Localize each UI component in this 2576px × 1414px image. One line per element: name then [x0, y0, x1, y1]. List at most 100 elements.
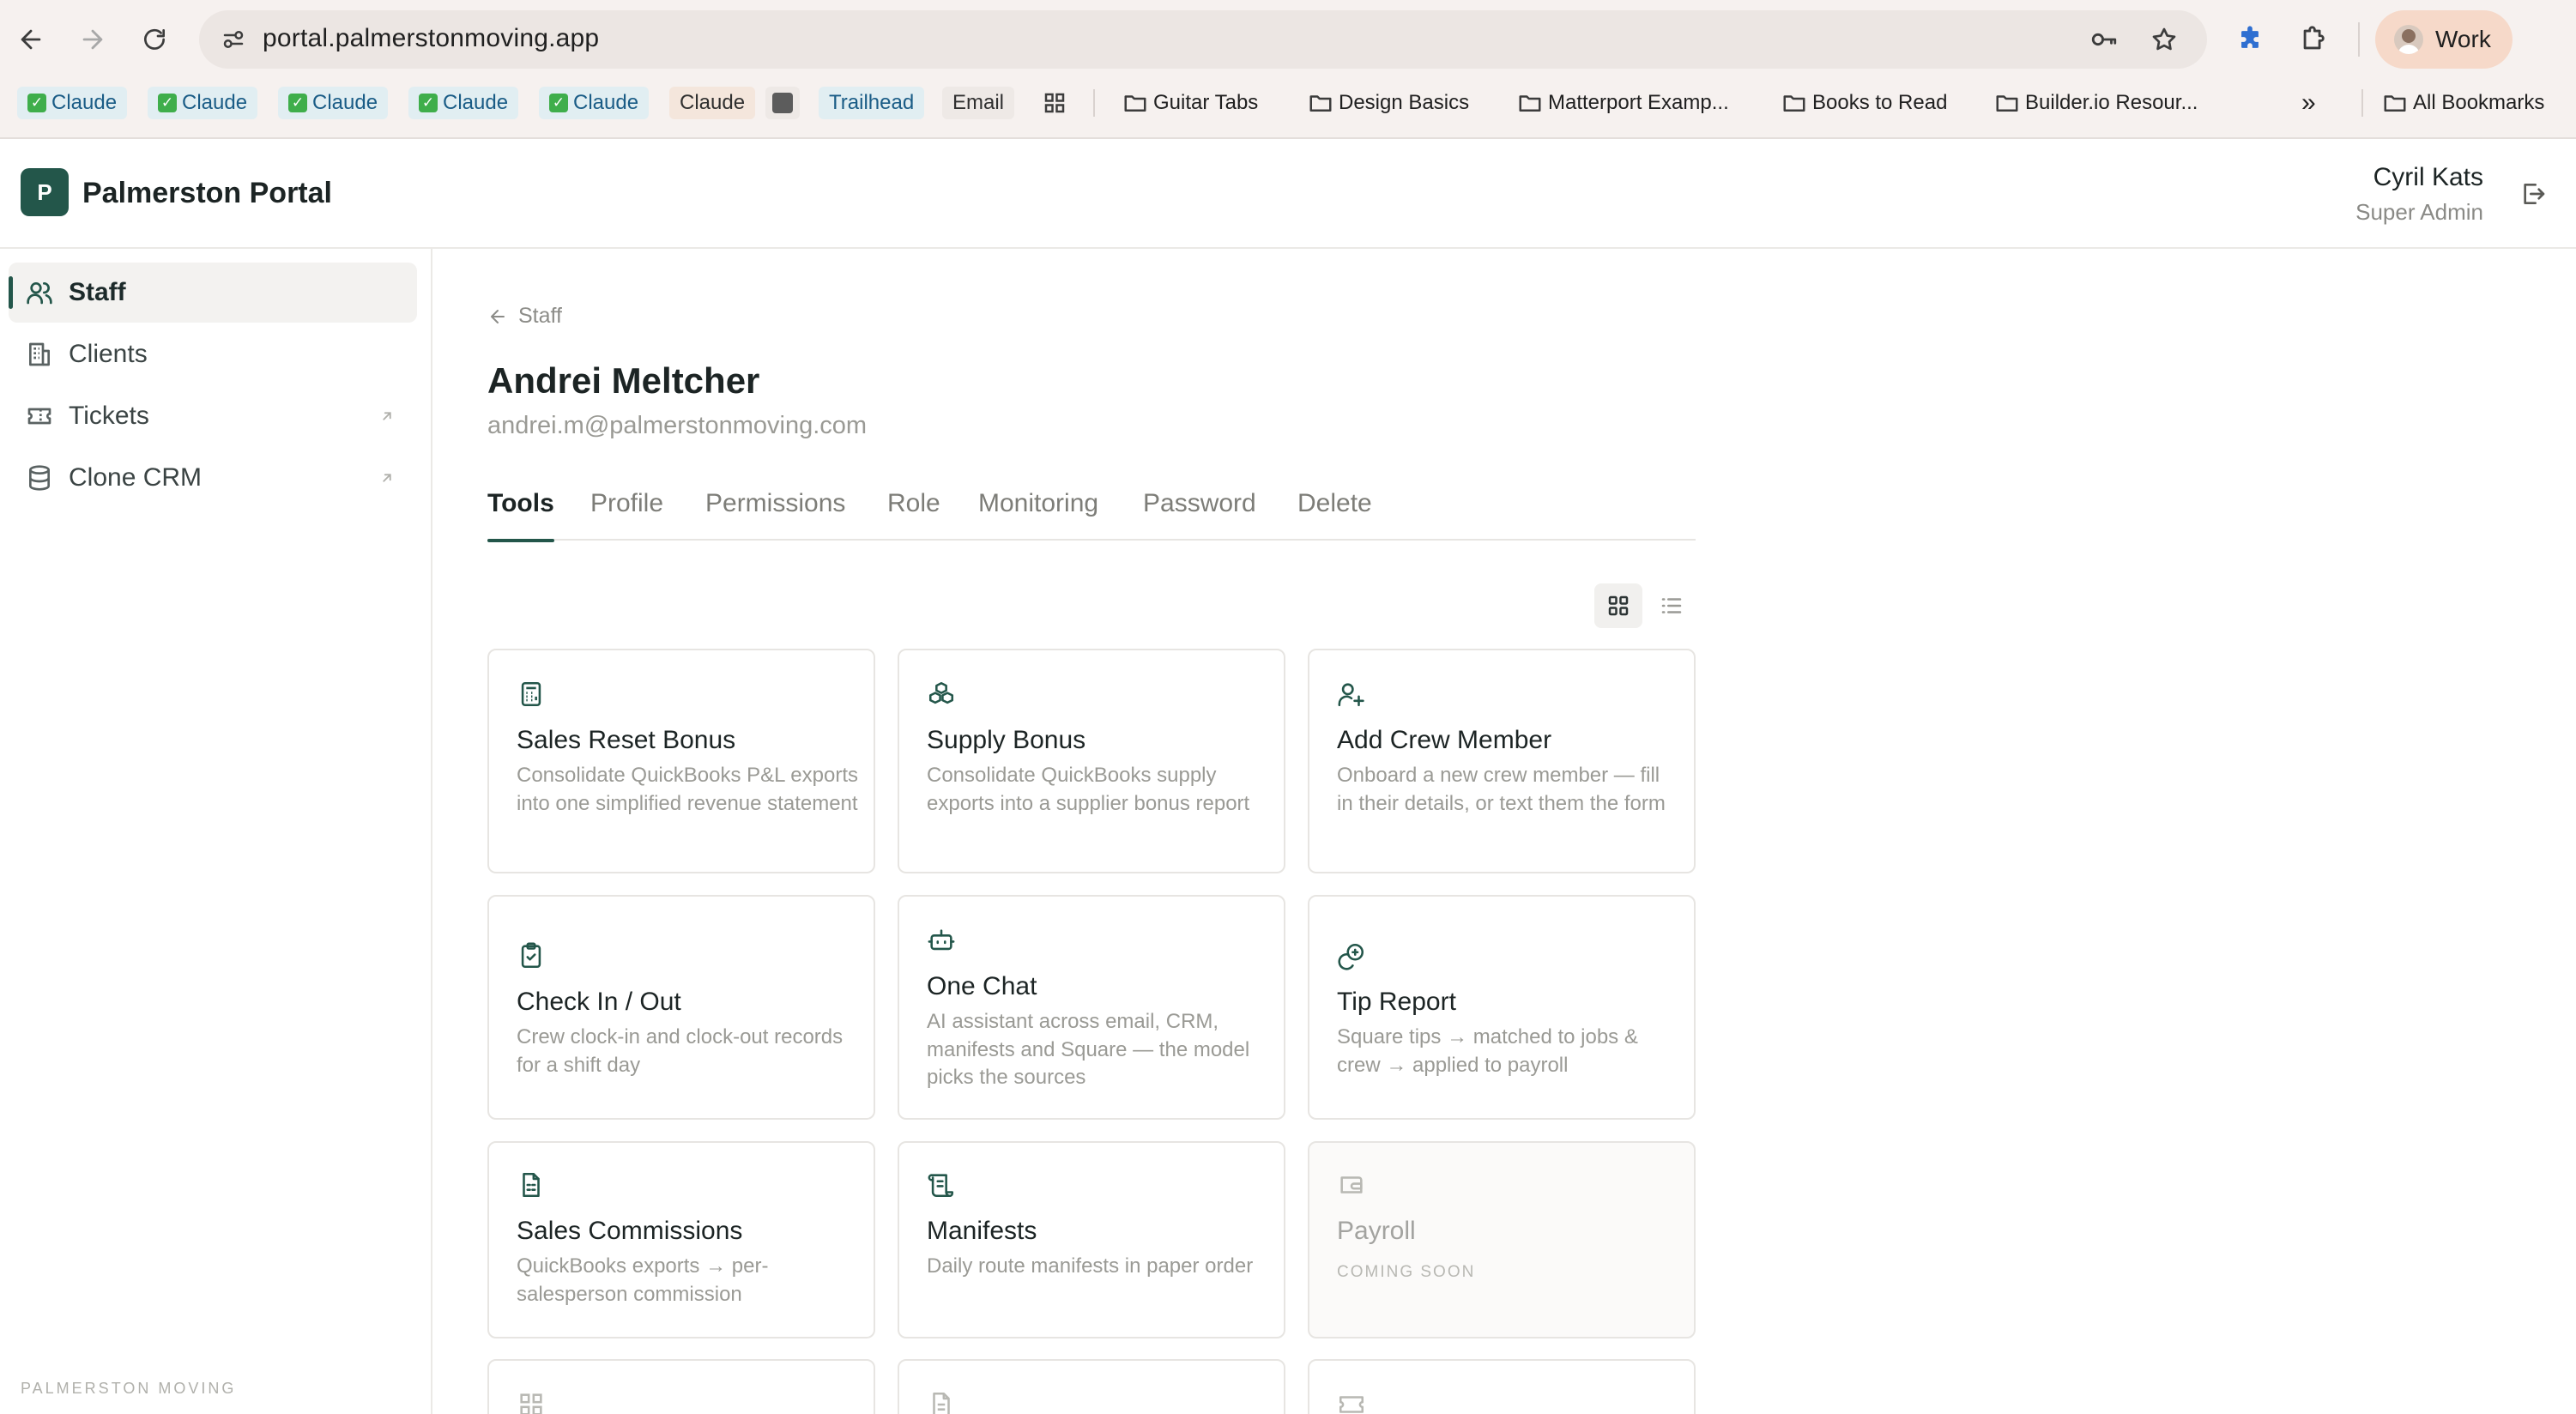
- tool-title: Check In / Out: [517, 988, 681, 1016]
- bookmark-star-icon[interactable]: [2147, 22, 2181, 57]
- tool-card-sales-reset-bonus[interactable]: Sales Reset Bonus Consolidate QuickBooks…: [487, 649, 875, 873]
- tool-card-add-crew-member[interactable]: Add Crew Member Onboard a new crew membe…: [1308, 649, 1696, 873]
- bot-icon: [928, 929, 955, 951]
- all-bookmarks[interactable]: All Bookmarks: [2382, 82, 2544, 124]
- grid-view-button[interactable]: [1594, 583, 1642, 628]
- bookmarks-bar: ✓ Claude ✓ Claude ✓ Claude ✓ Claude ✓ Claude …: [0, 82, 2576, 124]
- profile-chip[interactable]: Work: [2375, 10, 2513, 69]
- sidebar-item-tickets[interactable]: Tickets: [9, 386, 417, 446]
- bookmark-item[interactable]: Email: [942, 87, 1015, 119]
- bookmark-item[interactable]: [765, 87, 800, 119]
- user-name: Cyril Kats: [2373, 163, 2483, 191]
- sidebar-item-clone-crm[interactable]: Clone CRM: [9, 448, 417, 508]
- tool-title: One Chat: [927, 972, 1037, 1000]
- sidebar-item-staff[interactable]: Staff: [9, 263, 417, 323]
- bookmarks-overflow-button[interactable]: »: [2301, 82, 2316, 124]
- sidebar-item-label: Staff: [69, 278, 126, 306]
- password-key-icon[interactable]: [2087, 22, 2121, 57]
- user-role: Super Admin: [2355, 199, 2483, 225]
- tool-card-sales-commissions[interactable]: Sales Commissions QuickBooks exports → p…: [487, 1141, 875, 1338]
- bookmark-item[interactable]: ✓ Claude: [17, 87, 128, 119]
- tool-title: Manifests: [927, 1217, 1037, 1245]
- bookmark-item[interactable]: ✓ Claude: [408, 87, 519, 119]
- sidebar-item-label: Clients: [69, 340, 148, 368]
- tool-card-manifests[interactable]: Manifests Daily route manifests in paper…: [898, 1141, 1285, 1338]
- bookmark-item[interactable]: Claude: [669, 87, 756, 119]
- tool-card-one-chat[interactable]: One Chat AI assistant across email, CRM,…: [898, 895, 1285, 1120]
- bookmark-folder[interactable]: Books to Read: [1781, 82, 1947, 124]
- external-link-icon: [383, 412, 391, 420]
- sidebar: Staff Clients Tickets Clone CRM: [0, 249, 432, 1414]
- tool-description: Onboard a new crew member — fill in thei…: [1337, 764, 1666, 815]
- tool-description: AI assistant across email, CRM, manifest…: [927, 1010, 1250, 1089]
- tool-title: Add Crew Member: [1337, 726, 1552, 754]
- folder-icon: [1519, 95, 1541, 112]
- tool-card-partial[interactable]: [898, 1359, 1285, 1414]
- extension-puzzle-icon[interactable]: [2226, 15, 2274, 63]
- tool-card-partial[interactable]: [487, 1359, 875, 1414]
- bookmark-folder[interactable]: Guitar Tabs: [1122, 82, 1258, 124]
- bookmark-label: Claude: [182, 91, 248, 114]
- sidebar-item-label: Clone CRM: [69, 463, 203, 492]
- coins-icon: [1338, 943, 1364, 970]
- tool-title: Tip Report: [1337, 988, 1456, 1016]
- tab-permissions[interactable]: Permissions: [705, 489, 845, 541]
- file-spreadsheet-icon: [523, 1172, 540, 1198]
- bookmark-folder[interactable]: Design Basics: [1308, 82, 1469, 124]
- bookmark-item[interactable]: ✓ Claude: [148, 87, 258, 119]
- forward-arrow-icon[interactable]: [69, 15, 117, 63]
- bookmark-item[interactable]: Trailhead: [819, 87, 925, 119]
- bookmark-divider: [2361, 89, 2363, 117]
- coming-soon-badge: COMING SOON: [1337, 1263, 1476, 1281]
- reload-icon[interactable]: [130, 15, 178, 63]
- building-icon: [29, 342, 50, 366]
- bookmark-folder[interactable]: Builder.io Resour...: [1994, 82, 2198, 124]
- address-bar[interactable]: portal.palmerstonmoving.app: [199, 10, 2207, 69]
- staff-email: andrei.m@palmerstonmoving.com: [487, 412, 868, 439]
- list-view-button[interactable]: [1648, 583, 1696, 628]
- folder-icon: [1996, 95, 2018, 112]
- back-link[interactable]: Staff: [487, 304, 562, 329]
- sidebar-item-clients[interactable]: Clients: [9, 324, 417, 384]
- bookmark-item[interactable]: ✓ Claude: [539, 87, 650, 119]
- arrow-left-icon: [491, 309, 505, 323]
- wallet-icon: [1340, 1176, 1363, 1193]
- tool-card-tip-report[interactable]: Tip Report Square tips → matched to jobs…: [1308, 895, 1696, 1120]
- ticket-icon: [27, 408, 51, 425]
- tool-card-supply-bonus[interactable]: Supply Bonus Consolidate QuickBooks supp…: [898, 649, 1285, 873]
- tab-tools[interactable]: Tools: [487, 489, 554, 542]
- back-arrow-icon[interactable]: [7, 15, 55, 63]
- tab-profile[interactable]: Profile: [590, 489, 663, 541]
- boxes-icon: [928, 681, 954, 704]
- external-link-icon: [383, 474, 391, 482]
- bookmark-item[interactable]: ✓ Claude: [278, 87, 389, 119]
- bookmark-label: Email: [952, 91, 1005, 114]
- bookmark-label: Guitar Tabs: [1153, 91, 1259, 114]
- tab-role[interactable]: Role: [887, 489, 940, 541]
- tool-card-check-in-out[interactable]: Check In / Out Crew clock-in and clock-o…: [487, 895, 875, 1120]
- tab-password[interactable]: Password: [1143, 489, 1256, 541]
- brand-logo[interactable]: P: [21, 168, 69, 216]
- bookmark-label: Matterport Examp...: [1548, 91, 1729, 114]
- calculator-icon: [521, 681, 541, 707]
- profile-avatar: [2394, 25, 2423, 54]
- extensions-icon[interactable]: [2289, 15, 2337, 63]
- brand-name[interactable]: Palmerston Portal: [82, 177, 332, 210]
- tab-bar: Tools Profile Permissions Role Monitorin…: [487, 480, 1696, 542]
- ticket-icon: [1339, 1396, 1364, 1413]
- site-settings-icon[interactable]: [216, 22, 251, 57]
- bookmark-label: Books to Read: [1812, 91, 1948, 114]
- bookmark-label: All Bookmarks: [2413, 91, 2545, 114]
- tab-monitoring[interactable]: Monitoring: [978, 489, 1098, 541]
- bookmark-folder[interactable]: Matterport Examp...: [1517, 82, 1729, 124]
- folder-icon: [1309, 95, 1332, 112]
- tool-title: Payroll: [1337, 1217, 1416, 1245]
- browser-chrome: portal.palmerstonmoving.app Work ✓ Claude…: [0, 0, 2576, 139]
- logout-icon[interactable]: [2516, 177, 2550, 211]
- back-link-label: Staff: [518, 304, 562, 328]
- apps-grid-icon[interactable]: [1042, 82, 1067, 124]
- tool-card-partial[interactable]: [1308, 1359, 1696, 1414]
- tab-delete[interactable]: Delete: [1297, 489, 1372, 541]
- app-header: P Palmerston Portal Cyril Kats Super Adm…: [0, 139, 2576, 249]
- tool-title: Sales Commissions: [517, 1217, 743, 1245]
